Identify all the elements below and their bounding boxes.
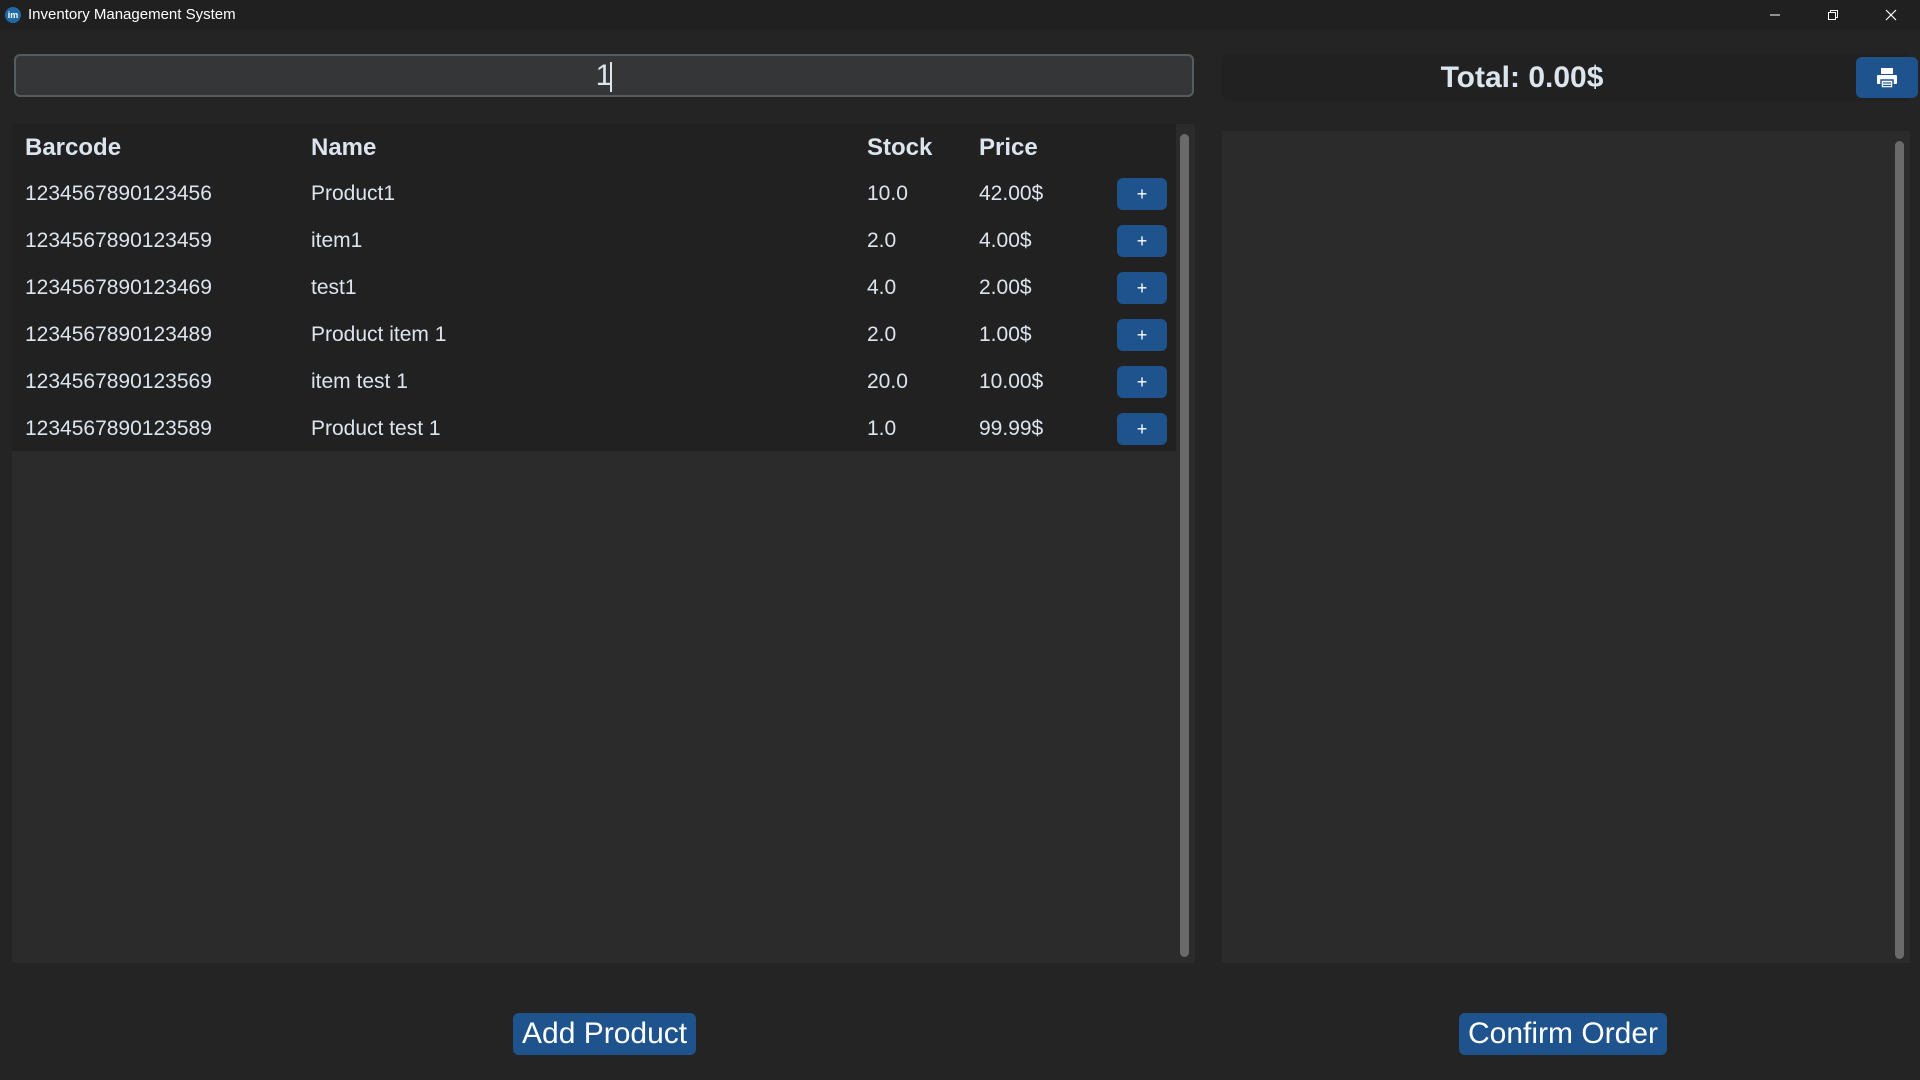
cell-stock: 2.0 — [867, 323, 897, 346]
print-button[interactable] — [1856, 57, 1918, 98]
products-pane: Barcode Name Stock Price 123456789012345… — [0, 29, 1208, 1080]
table-row: 1234567890123589 Product test 1 1.0 99.9… — [12, 407, 1176, 454]
cell-price: 10.00$ — [979, 370, 1044, 393]
add-to-order-button[interactable]: + — [1117, 272, 1167, 304]
header-name: Name — [311, 134, 377, 161]
cell-price: 99.99$ — [979, 417, 1044, 440]
table-row: 1234567890123489 Product item 1 2.0 1.00… — [12, 313, 1176, 360]
order-total: Total: 0.00$ — [1440, 61, 1604, 94]
confirm-order-button[interactable]: Confirm Order — [1459, 1013, 1668, 1055]
add-to-order-button[interactable]: + — [1117, 178, 1167, 210]
cell-barcode: 1234567890123469 — [25, 276, 212, 299]
printer-icon — [1877, 67, 1897, 89]
products-scrollbar[interactable] — [1176, 124, 1195, 963]
cell-stock: 2.0 — [867, 229, 897, 252]
cell-barcode: 1234567890123456 — [25, 182, 212, 205]
cell-stock: 1.0 — [867, 417, 897, 440]
cell-name: item test 1 — [311, 370, 408, 393]
minimize-icon — [1770, 14, 1780, 15]
add-to-order-button[interactable]: + — [1117, 366, 1167, 398]
add-to-order-button[interactable]: + — [1117, 413, 1167, 445]
cell-stock: 4.0 — [867, 276, 897, 299]
products-table-body: Barcode Name Stock Price 123456789012345… — [12, 124, 1176, 451]
cell-barcode: 1234567890123569 — [25, 370, 212, 393]
cell-stock: 20.0 — [867, 370, 908, 393]
cell-price: 42.00$ — [979, 182, 1044, 205]
cell-barcode: 1234567890123489 — [25, 323, 212, 346]
total-bar: Total: 0.00$ — [1222, 54, 1918, 101]
header-barcode: Barcode — [25, 134, 122, 161]
table-row: 1234567890123469 test1 4.0 2.00$ + — [12, 266, 1176, 313]
scrollbar-thumb[interactable] — [1180, 134, 1189, 957]
header-stock: Stock — [867, 134, 933, 161]
add-to-order-button[interactable]: + — [1117, 225, 1167, 257]
table-row: 1234567890123456 Product1 10.0 42.00$ + — [12, 172, 1176, 219]
text-caret — [610, 62, 612, 92]
cell-price: 4.00$ — [979, 229, 1032, 252]
minimize-button[interactable] — [1746, 0, 1804, 29]
order-items-list — [1222, 131, 1910, 963]
close-button[interactable] — [1862, 0, 1920, 29]
search-input[interactable] — [14, 54, 1194, 97]
app-icon: im — [5, 6, 21, 23]
table-row: 1234567890123459 item1 2.0 4.00$ + — [12, 219, 1176, 266]
add-product-button[interactable]: Add Product — [513, 1013, 697, 1055]
order-scrollbar-thumb[interactable] — [1895, 141, 1904, 959]
cell-barcode: 1234567890123589 — [25, 417, 212, 440]
cell-price: 1.00$ — [979, 323, 1032, 346]
table-row: 1234567890123569 item test 1 20.0 10.00$… — [12, 360, 1176, 407]
cell-name: Product1 — [311, 182, 396, 205]
title-bar: im Inventory Management System — [0, 0, 1920, 29]
close-icon — [1885, 9, 1897, 20]
window-controls — [1746, 0, 1920, 29]
restore-button[interactable] — [1804, 0, 1862, 29]
restore-icon — [1828, 9, 1838, 20]
cell-barcode: 1234567890123459 — [25, 229, 212, 252]
cell-price: 2.00$ — [979, 276, 1032, 299]
cell-name: Product test 1 — [311, 417, 441, 440]
products-table: Barcode Name Stock Price 123456789012345… — [12, 124, 1176, 963]
cell-name: test1 — [311, 276, 357, 299]
window-title: Inventory Management System — [28, 6, 236, 23]
cell-name: Product item 1 — [311, 323, 447, 346]
add-to-order-button[interactable]: + — [1117, 319, 1167, 351]
order-pane: Total: 0.00$ Confirm Order — [1208, 29, 1920, 1080]
cell-stock: 10.0 — [867, 182, 908, 205]
cell-name: item1 — [311, 229, 363, 252]
header-price: Price — [979, 134, 1038, 161]
